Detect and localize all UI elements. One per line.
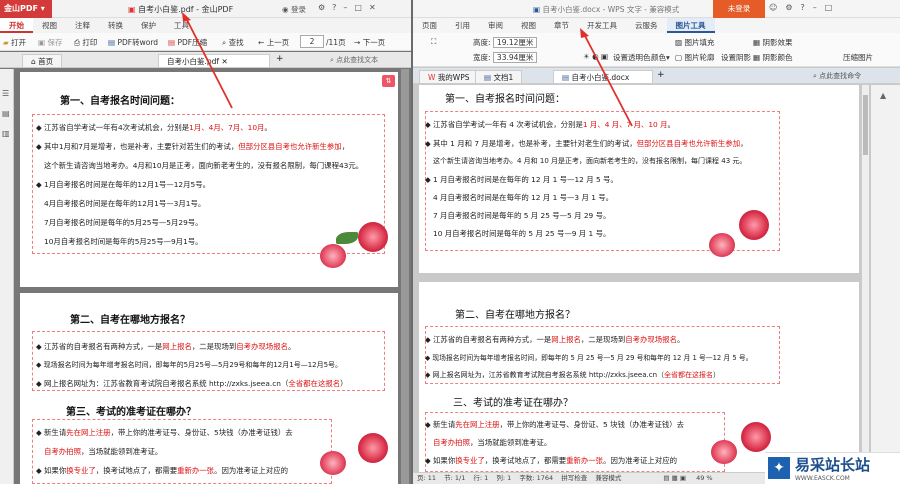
watermark-text: 易采站长站 — [795, 456, 871, 474]
arrow-to-wps-title — [583, 33, 633, 127]
watermark: ✦ 易采站长站 WWW.EASCK.COM — [765, 452, 900, 484]
watermark-logo-icon: ✦ — [768, 457, 790, 479]
arrowhead-icon — [580, 28, 589, 38]
watermark-subtext: WWW.EASCK.COM — [795, 475, 850, 482]
arrowhead-icon — [182, 12, 191, 22]
arrow-to-pdf-title — [185, 17, 233, 109]
annotation-arrows — [182, 12, 633, 127]
